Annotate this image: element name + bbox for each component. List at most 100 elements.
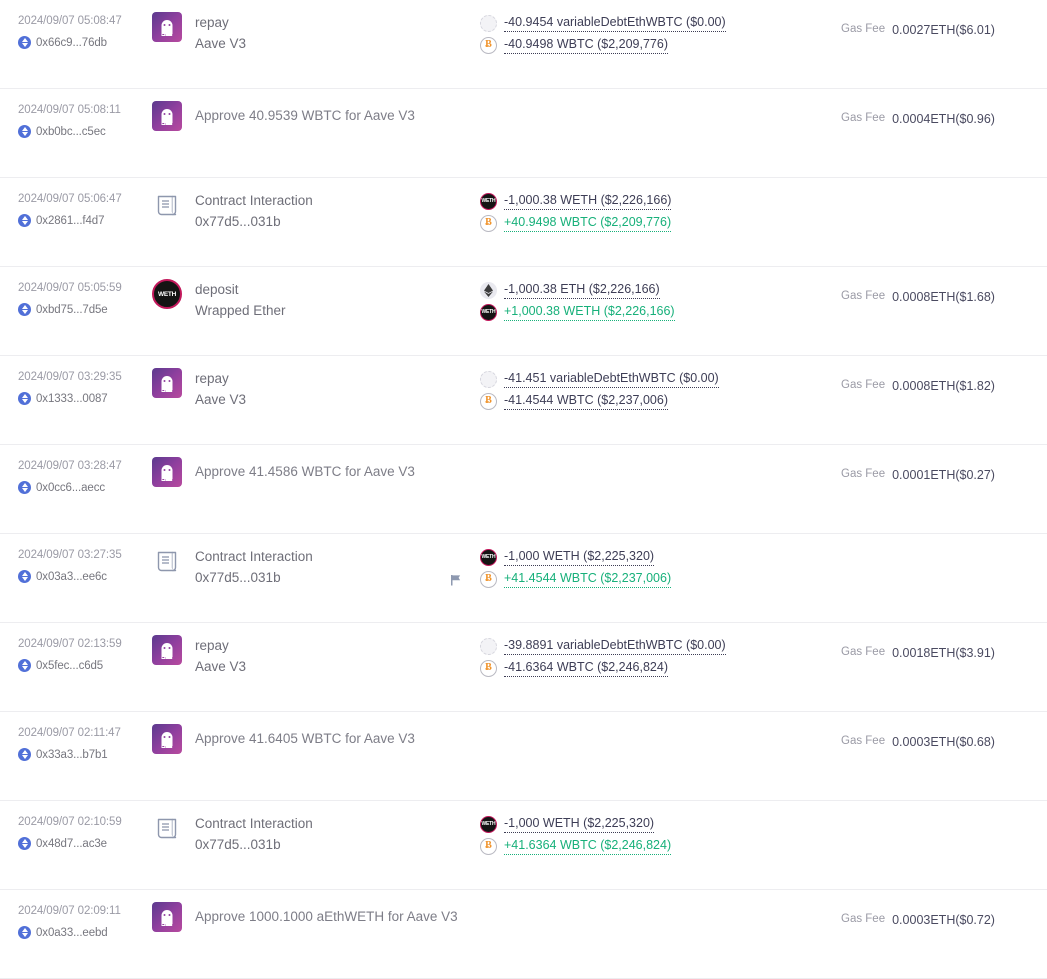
tx-timestamp: 2024/09/07 05:08:11 [18, 104, 121, 116]
tx-hash-link[interactable]: 0x03a3...ee6c [36, 571, 107, 583]
tx-hash-line[interactable]: 0x66c9...76db [18, 36, 150, 49]
ethereum-chain-icon [18, 303, 31, 316]
tx-hash-link[interactable]: 0x2861...f4d7 [36, 215, 105, 227]
gas-fee-label: Gas Fee [841, 23, 886, 35]
transfer-amount[interactable]: -41.6364 WBTC ($2,246,824) [504, 659, 668, 677]
transfer-amount[interactable]: -1,000 WETH ($2,225,320) [504, 815, 655, 833]
tx-hash-line[interactable]: 0x03a3...ee6c [18, 570, 150, 583]
tx-hash-link[interactable]: 0x1333...0087 [36, 393, 108, 405]
transfer-amount[interactable]: -1,000.38 ETH ($2,226,166) [504, 281, 660, 299]
weth-glyph: WETH [481, 309, 496, 315]
tx-app-text: repay Aave V3 [195, 635, 246, 677]
transfer-amount[interactable]: +41.6364 WBTC ($2,246,824) [504, 837, 672, 855]
wbtc-glyph: Ƀ [485, 217, 492, 228]
transfer-amount[interactable]: -39.8891 variableDebtEthWBTC ($0.00) [504, 637, 726, 655]
tx-transfers-cell: -39.8891 variableDebtEthWBTC ($0.00) Ƀ -41… [480, 623, 830, 679]
table-row[interactable]: 2024/09/07 02:10:59 0x48d7...ac3e Contract… [0, 801, 1047, 890]
flag-icon[interactable] [450, 573, 462, 586]
transfer-amount[interactable]: -41.4544 WBTC ($2,237,006) [504, 392, 668, 410]
tx-hash-line[interactable]: 0x0a33...eebd [18, 926, 150, 939]
tx-hash-line[interactable]: 0x5fec...c6d5 [18, 659, 150, 672]
table-row[interactable]: 2024/09/07 02:13:59 0x5fec...c6d5 repay Aav… [0, 623, 1047, 712]
wbtc-token-icon: Ƀ [480, 214, 497, 232]
tx-hash-link[interactable]: 0x33a3...b7b1 [36, 749, 108, 761]
variable-debt-token-icon [480, 637, 497, 655]
gas-fee-value: 0.0001ETH($0.27) [892, 468, 995, 482]
transfer-amount[interactable]: +1,000.38 WETH ($2,226,166) [504, 303, 675, 321]
transfer-amount[interactable]: -1,000.38 WETH ($2,226,166) [504, 192, 672, 210]
gas-fee-value: 0.0004ETH($0.96) [892, 112, 995, 126]
tx-transfers-cell: WETH -1,000 WETH ($2,225,320) Ƀ +41.6364 WB… [480, 801, 830, 857]
transfer-row: WETH +1,000.38 WETH ($2,226,166) [480, 301, 830, 323]
tx-gas-cell: Gas Fee 0.0027ETH($6.01) [830, 0, 1047, 37]
tx-hash-line[interactable]: 0xb0bc...c5ec [18, 125, 150, 138]
tx-method-label: deposit [195, 282, 239, 297]
transfer-row: Ƀ +41.4544 WBTC ($2,237,006) [451, 568, 830, 590]
tx-time-cell: 2024/09/07 05:08:11 0xb0bc...c5ec [0, 89, 150, 138]
transfer-amount[interactable]: +40.9498 WBTC ($2,209,776) [504, 214, 672, 232]
tx-hash-link[interactable]: 0x5fec...c6d5 [36, 660, 103, 672]
transfer-row: Ƀ +41.6364 WBTC ($2,246,824) [480, 835, 830, 857]
tx-hash-line[interactable]: 0x33a3...b7b1 [18, 748, 150, 761]
ghost-glyph [161, 109, 173, 125]
table-row[interactable]: 2024/09/07 05:05:59 0xbd75...7d5e WETH depo… [0, 267, 1047, 356]
ethereum-chain-icon [18, 36, 31, 49]
tx-gas-cell: Gas Fee 0.0008ETH($1.68) [830, 267, 1047, 304]
tx-time-cell: 2024/09/07 05:08:47 0x66c9...76db [0, 0, 150, 49]
weth-glyph: WETH [481, 198, 496, 204]
tx-app-text: Approve 1000.1000 aEthWETH for Aave V3 [195, 902, 458, 932]
tx-hash-line[interactable]: 0xbd75...7d5e [18, 303, 150, 316]
transfer-amount[interactable]: -40.9498 WBTC ($2,209,776) [504, 36, 668, 54]
ethereum-chain-icon [18, 481, 31, 494]
tx-hash-line[interactable]: 0x48d7...ac3e [18, 837, 150, 850]
tx-hash-link[interactable]: 0x0a33...eebd [36, 927, 108, 939]
weth-token-icon: WETH [480, 548, 497, 566]
tx-hash-link[interactable]: 0x0cc6...aecc [36, 482, 105, 494]
tx-hash-line[interactable]: 0x1333...0087 [18, 392, 150, 405]
tx-hash-link[interactable]: 0xbd75...7d5e [36, 304, 108, 316]
table-row[interactable]: 2024/09/07 02:09:11 0x0a33...eebd Approve … [0, 890, 1047, 979]
transfer-amount[interactable]: +41.4544 WBTC ($2,237,006) [504, 570, 672, 588]
transaction-history-list: 2024/09/07 05:08:47 0x66c9...76db repay Aav… [0, 0, 1047, 979]
tx-time-cell: 2024/09/07 02:13:59 0x5fec...c6d5 [0, 623, 150, 672]
aave-icon [152, 368, 182, 398]
ethereum-chain-icon [18, 837, 31, 850]
variable-debt-token-icon [480, 14, 497, 32]
tx-time-cell: 2024/09/07 02:10:59 0x48d7...ac3e [0, 801, 150, 850]
tx-hash-link[interactable]: 0x66c9...76db [36, 37, 107, 49]
tx-timestamp: 2024/09/07 02:10:59 [18, 816, 122, 828]
wbtc-token-icon: Ƀ [480, 659, 497, 677]
table-row[interactable]: 2024/09/07 05:06:47 0x2861...f4d7 Contract… [0, 178, 1047, 267]
table-row[interactable]: 2024/09/07 03:29:35 0x1333...0087 repay Aav… [0, 356, 1047, 445]
table-row[interactable]: 2024/09/07 05:08:47 0x66c9...76db repay Aav… [0, 0, 1047, 89]
tx-timestamp: 2024/09/07 05:08:47 [18, 15, 122, 27]
tx-method-label: repay [195, 371, 229, 386]
tx-app-text: Contract Interaction 0x77d5...031b [195, 190, 313, 232]
table-row[interactable]: 2024/09/07 03:28:47 0x0cc6...aecc Approve … [0, 445, 1047, 534]
table-row[interactable]: 2024/09/07 03:27:35 0x03a3...ee6c Contract… [0, 534, 1047, 623]
tx-gas-cell: Gas Fee 0.0003ETH($0.68) [830, 712, 1047, 749]
tx-time-cell: 2024/09/07 03:29:35 0x1333...0087 [0, 356, 150, 405]
table-row[interactable]: 2024/09/07 05:08:11 0xb0bc...c5ec Approve … [0, 89, 1047, 178]
tx-method-label: Contract Interaction [195, 193, 313, 208]
tx-app-cell: Approve 1000.1000 aEthWETH for Aave V3 [150, 890, 480, 932]
tx-protocol-label: 0x77d5...031b [195, 214, 281, 229]
tx-hash-link[interactable]: 0xb0bc...c5ec [36, 126, 106, 138]
tx-transfers-cell [480, 890, 830, 902]
transfer-amount[interactable]: -1,000 WETH ($2,225,320) [504, 548, 655, 566]
tx-gas-cell: Gas Fee 0.0018ETH($3.91) [830, 623, 1047, 660]
table-row[interactable]: 2024/09/07 02:11:47 0x33a3...b7b1 Approve … [0, 712, 1047, 801]
tx-app-text: repay Aave V3 [195, 368, 246, 410]
ghost-glyph [161, 910, 173, 926]
tx-hash-line[interactable]: 0x2861...f4d7 [18, 214, 150, 227]
tx-time-cell: 2024/09/07 05:05:59 0xbd75...7d5e [0, 267, 150, 316]
tx-method-label: Approve 1000.1000 aEthWETH for Aave V3 [195, 909, 458, 924]
transfer-amount[interactable]: -40.9454 variableDebtEthWBTC ($0.00) [504, 14, 726, 32]
tx-hash-link[interactable]: 0x48d7...ac3e [36, 838, 107, 850]
aave-icon [152, 902, 182, 932]
tx-hash-line[interactable]: 0x0cc6...aecc [18, 481, 150, 494]
tx-timestamp: 2024/09/07 02:11:47 [18, 727, 121, 739]
tx-app-cell: WETH deposit Wrapped Ether [150, 267, 480, 321]
transfer-amount[interactable]: -41.451 variableDebtEthWBTC ($0.00) [504, 370, 719, 388]
aave-icon [152, 101, 182, 131]
